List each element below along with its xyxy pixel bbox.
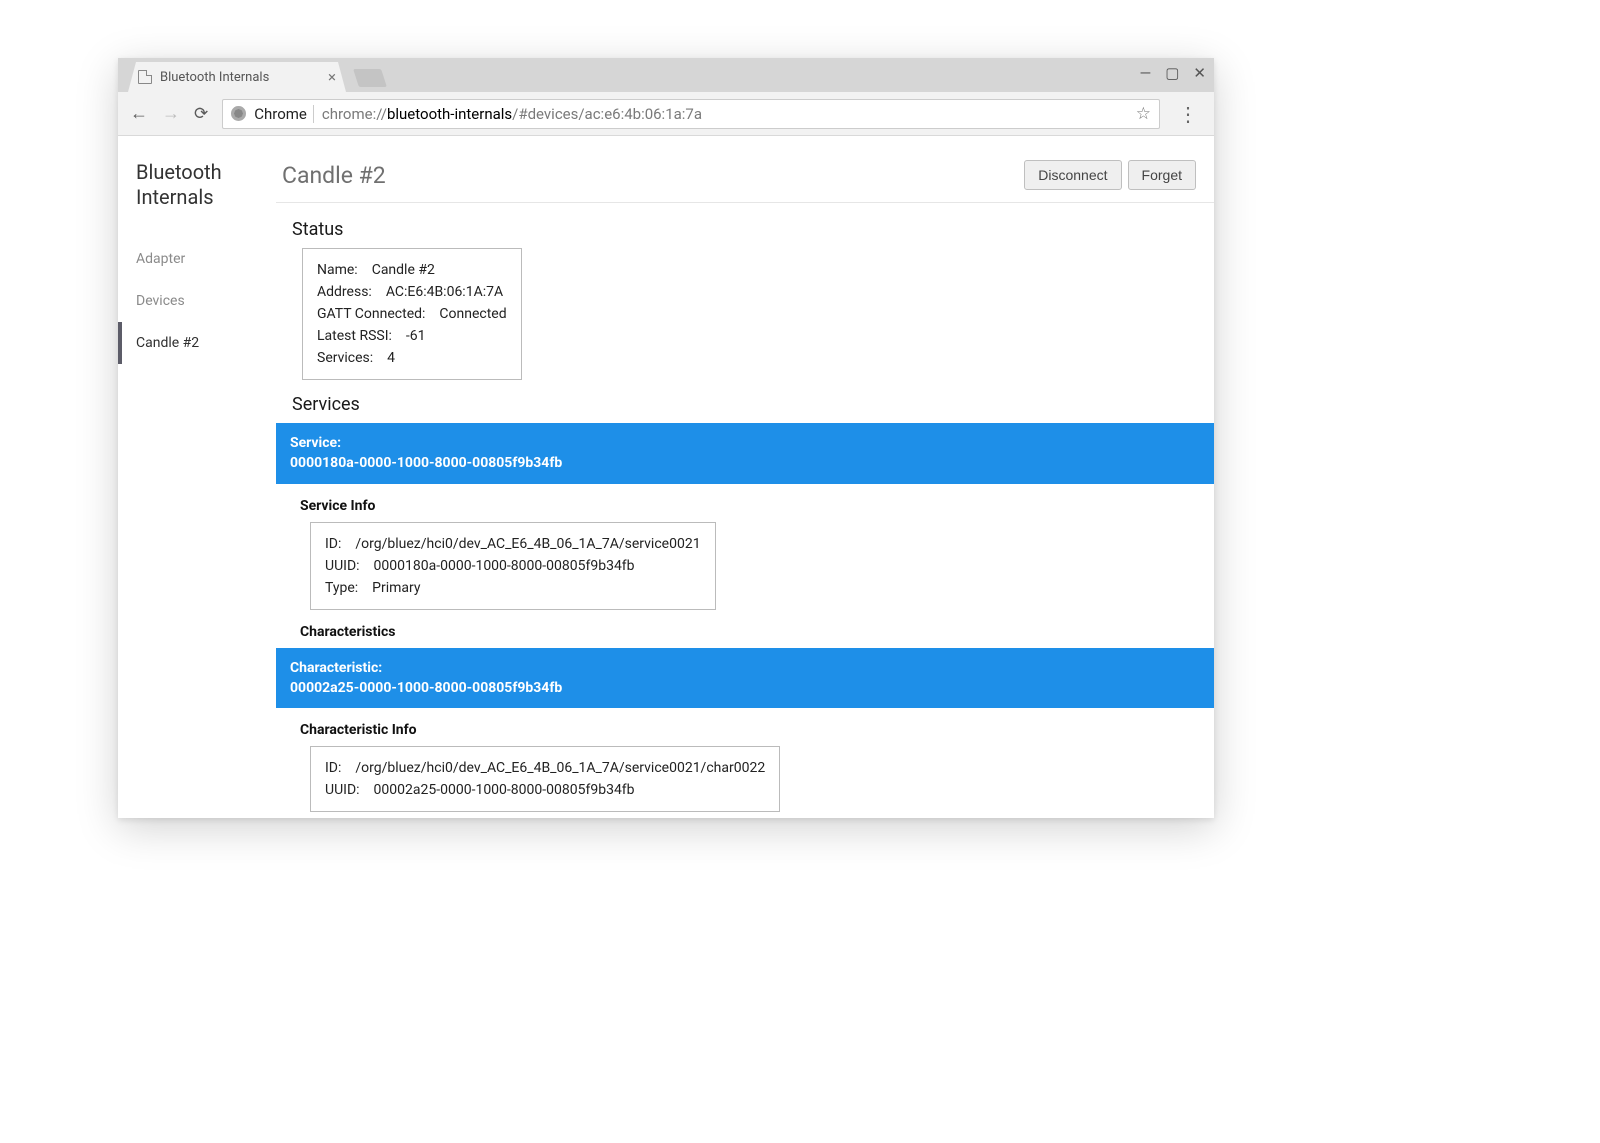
status-services-value: 4	[387, 350, 395, 366]
status-heading: Status	[276, 203, 1214, 248]
url-suffix: /#devices/ac:e6:4b:06:1a:7a	[512, 105, 702, 123]
header-buttons: Disconnect Forget	[1024, 160, 1196, 190]
minimize-icon[interactable]: —	[1140, 66, 1152, 81]
sidebar-title-l2: Internals	[136, 185, 214, 209]
service-type-label: Type:	[325, 580, 358, 596]
url-scheme: Chrome	[254, 105, 307, 123]
status-name-label: Name:	[317, 262, 358, 278]
separator	[313, 105, 314, 123]
sidebar-item-label: Devices	[136, 293, 185, 309]
bookmark-star-icon[interactable]: ☆	[1136, 104, 1151, 124]
reload-button[interactable]: ⟳	[194, 104, 208, 124]
forget-button[interactable]: Forget	[1128, 160, 1196, 190]
url-host: bluetooth-internals	[387, 105, 512, 123]
characteristic-header[interactable]: Characteristic: 00002a25-0000-1000-8000-…	[276, 648, 1214, 709]
service-info-heading: Service Info	[276, 484, 1214, 522]
sidebar-item-label: Candle #2	[136, 335, 199, 351]
sidebar-item-devices[interactable]: Devices	[118, 280, 276, 322]
service-uuid-value: 0000180a-0000-1000-8000-00805f9b34fb	[374, 558, 635, 574]
char-uuid-label: UUID:	[325, 782, 360, 798]
close-tab-icon[interactable]: ×	[328, 70, 336, 85]
service-uuid-label: UUID:	[325, 558, 360, 574]
char-uuid-value: 00002a25-0000-1000-8000-00805f9b34fb	[374, 782, 635, 798]
service-id-value: /org/bluez/hci0/dev_AC_E6_4B_06_1A_7A/se…	[355, 536, 700, 552]
tab-title: Bluetooth Internals	[160, 70, 269, 85]
close-window-icon[interactable]: ✕	[1193, 66, 1206, 81]
service-header[interactable]: Service: 0000180a-0000-1000-8000-00805f9…	[276, 423, 1214, 484]
url-prefix: chrome://	[322, 105, 387, 123]
status-services-label: Services:	[317, 350, 373, 366]
browser-window: Bluetooth Internals × — ▢ ✕ ← → ⟳ Chrome…	[118, 58, 1214, 818]
service-info-box: ID: /org/bluez/hci0/dev_AC_E6_4B_06_1A_7A…	[310, 522, 716, 610]
back-button[interactable]: ←	[130, 103, 148, 124]
char-info-heading: Characteristic Info	[276, 708, 1214, 746]
browser-tab[interactable]: Bluetooth Internals ×	[128, 62, 346, 92]
service-header-label: Service:	[290, 435, 341, 451]
sidebar-item-label: Adapter	[136, 251, 185, 267]
toolbar: ← → ⟳ Chrome chrome://bluetooth-internal…	[118, 92, 1214, 136]
sidebar-item-candle[interactable]: Candle #2	[118, 322, 276, 364]
forward-button[interactable]: →	[162, 103, 180, 124]
service-type-value: Primary	[372, 580, 420, 596]
status-name-value: Candle #2	[372, 262, 435, 278]
file-icon	[138, 70, 152, 84]
new-tab-button[interactable]	[353, 69, 387, 87]
window-controls: — ▢ ✕	[1140, 66, 1206, 81]
char-header-uuid: 00002a25-0000-1000-8000-00805f9b34fb	[290, 680, 562, 696]
sidebar-title: Bluetooth Internals	[118, 160, 276, 238]
sidebar: Bluetooth Internals Adapter Devices Cand…	[118, 136, 276, 818]
char-id-label: ID:	[325, 760, 341, 776]
sidebar-item-adapter[interactable]: Adapter	[118, 238, 276, 280]
disconnect-button[interactable]: Disconnect	[1024, 160, 1121, 190]
scroll-area: Status Name: Candle #2 Address: AC:E6:4B:0…	[276, 203, 1214, 818]
maximize-icon[interactable]: ▢	[1165, 66, 1179, 81]
char-info-box: ID: /org/bluez/hci0/dev_AC_E6_4B_06_1A_7A…	[310, 746, 780, 812]
status-gatt-label: GATT Connected:	[317, 306, 425, 322]
status-address-label: Address:	[317, 284, 372, 300]
char-id-value: /org/bluez/hci0/dev_AC_E6_4B_06_1A_7A/se…	[355, 760, 765, 776]
main: Candle #2 Disconnect Forget Status Name:…	[276, 136, 1214, 818]
services-heading: Services	[276, 380, 1214, 423]
status-rssi-label: Latest RSSI:	[317, 328, 392, 344]
status-gatt-value: Connected	[439, 306, 506, 322]
site-info-icon[interactable]	[231, 106, 246, 121]
page-title: Candle #2	[282, 162, 386, 189]
tab-strip: Bluetooth Internals × — ▢ ✕	[118, 58, 1214, 92]
service-id-label: ID:	[325, 536, 341, 552]
status-rssi-value: -61	[406, 328, 426, 344]
chrome-menu-icon[interactable]: ⋮	[1174, 102, 1202, 126]
char-header-label: Characteristic:	[290, 660, 382, 676]
characteristics-heading: Characteristics	[276, 610, 1214, 648]
status-address-value: AC:E6:4B:06:1A:7A	[386, 284, 503, 300]
status-box: Name: Candle #2 Address: AC:E6:4B:06:1A:7A…	[302, 248, 522, 380]
page-content: Bluetooth Internals Adapter Devices Cand…	[118, 136, 1214, 818]
page-header: Candle #2 Disconnect Forget	[276, 136, 1214, 203]
sidebar-title-l1: Bluetooth	[136, 160, 222, 184]
properties-heading: Properties	[276, 812, 1214, 818]
address-bar[interactable]: Chrome chrome://bluetooth-internals/#dev…	[222, 99, 1160, 129]
service-header-uuid: 0000180a-0000-1000-8000-00805f9b34fb	[290, 455, 562, 471]
